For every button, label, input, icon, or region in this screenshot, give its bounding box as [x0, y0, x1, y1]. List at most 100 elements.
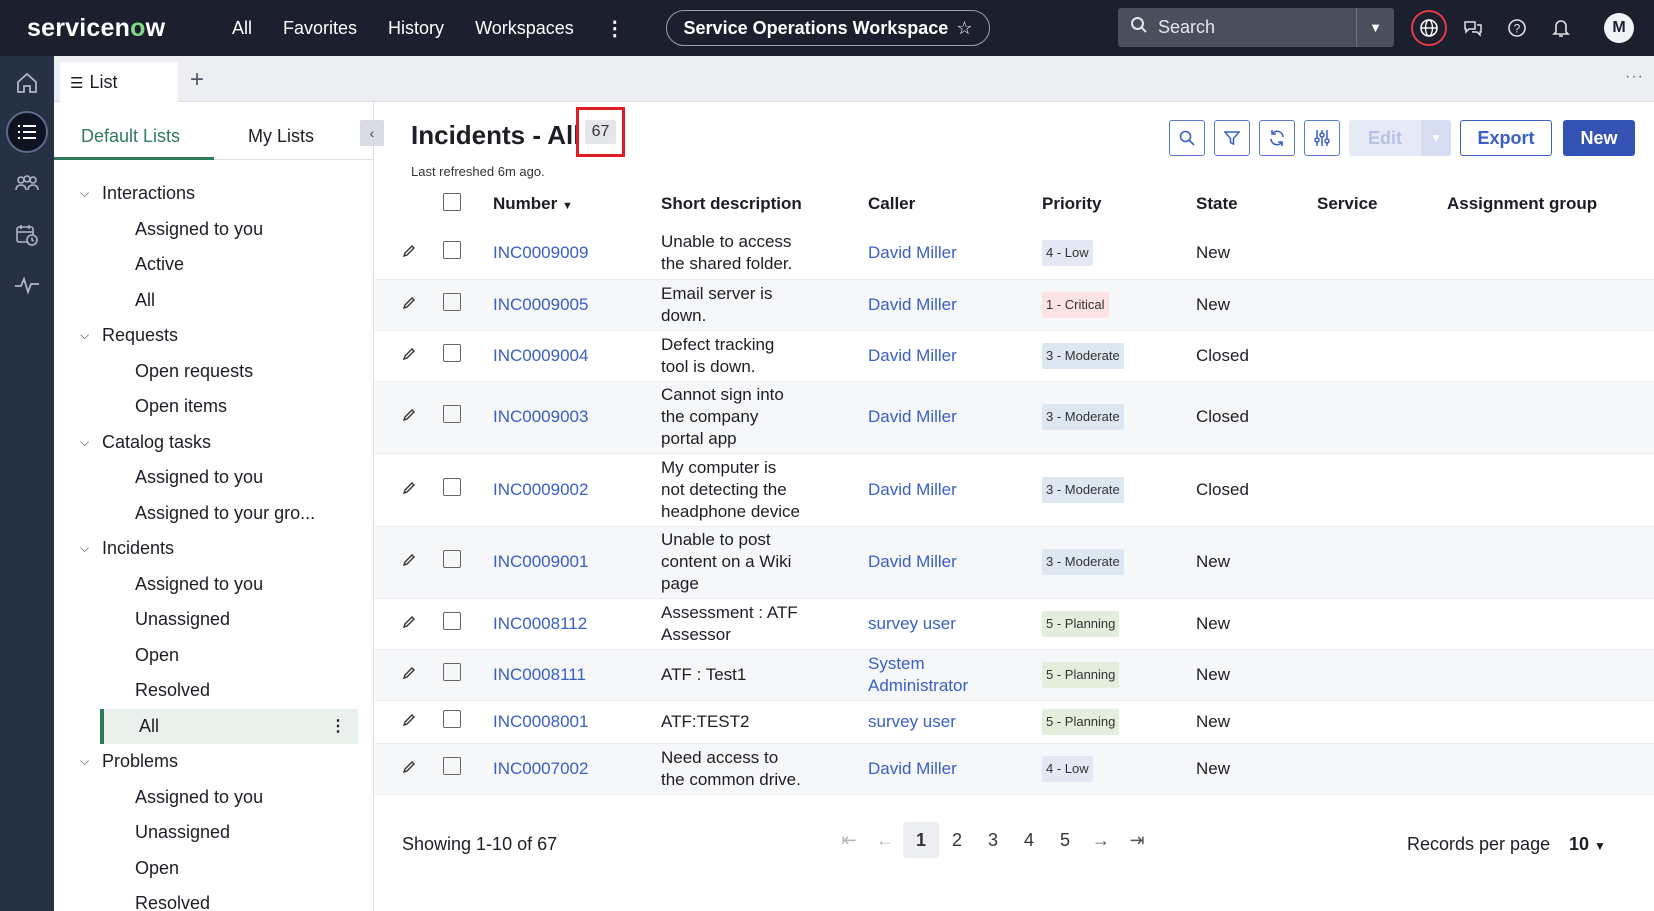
chevron-down-icon[interactable]: ⌵ [80, 328, 102, 343]
tab-default-lists[interactable]: Default Lists [81, 126, 180, 147]
chevron-down-icon[interactable]: ⌵ [80, 541, 102, 556]
column-state[interactable]: State [1196, 180, 1317, 228]
edit-pencil-icon[interactable] [375, 526, 443, 598]
sidebar-item[interactable]: Assigned to you [54, 780, 374, 816]
nav-workspaces[interactable]: Workspaces [475, 18, 574, 39]
column-service[interactable]: Service [1317, 180, 1447, 228]
incident-number-link[interactable]: INC0009003 [493, 407, 588, 426]
caller-link[interactable]: System Administrator [868, 649, 1042, 700]
row-checkbox[interactable] [443, 477, 461, 496]
sidebar-item[interactable]: Resolved [54, 673, 374, 709]
table-row[interactable]: INC0009002 My computer is not detecting th… [375, 453, 1654, 526]
previous-page-icon[interactable]: ← [867, 822, 903, 858]
incident-number-link[interactable]: INC0008111 [493, 665, 586, 684]
sidebar-item[interactable]: Open [54, 851, 374, 887]
column-caller[interactable]: Caller [868, 180, 1042, 228]
global-search[interactable]: Search ▼ [1118, 8, 1394, 47]
sidebar-item[interactable]: Open requests [54, 354, 374, 390]
chevron-down-icon[interactable]: ⌵ [80, 186, 102, 201]
page-5-button[interactable]: 5 [1047, 822, 1083, 858]
incident-number-link[interactable]: INC0009004 [493, 346, 588, 365]
chevron-down-icon[interactable]: ⌵ [80, 435, 102, 450]
export-button[interactable]: Export [1460, 120, 1552, 156]
sidebar-item[interactable]: Unassigned [54, 815, 374, 851]
sidebar-item[interactable]: Resolved [54, 886, 374, 911]
row-checkbox[interactable] [443, 611, 461, 630]
incident-number-link[interactable]: INC0009009 [493, 243, 588, 262]
caller-link[interactable]: survey user [868, 598, 1042, 649]
edit-pencil-icon[interactable] [375, 649, 443, 700]
table-row[interactable]: INC0009001 Unable to post content on a Wik… [375, 526, 1654, 598]
sidebar-item[interactable]: All ⋮ [100, 708, 358, 744]
incident-number-link[interactable]: INC0009005 [493, 295, 588, 314]
page-1-button[interactable]: 1 [903, 822, 939, 858]
new-button[interactable]: New [1563, 120, 1635, 156]
personalize-columns-button[interactable] [1304, 120, 1340, 156]
next-page-icon[interactable]: → [1083, 822, 1119, 858]
incident-number-link[interactable]: INC0009002 [493, 480, 588, 499]
help-icon[interactable]: ? [1498, 10, 1536, 46]
star-icon[interactable]: ☆ [956, 18, 972, 39]
incident-number-link[interactable]: INC0007002 [493, 759, 588, 778]
table-row[interactable]: INC0009004 Defect tracking tool is down. Da… [375, 330, 1654, 381]
caller-link[interactable]: David Miller [868, 279, 1042, 330]
edit-button[interactable]: Edit [1349, 120, 1421, 156]
search-input[interactable]: Search [1158, 17, 1356, 38]
caller-link[interactable]: David Miller [868, 743, 1042, 794]
sidebar-item[interactable]: Assigned to you [54, 460, 374, 496]
row-checkbox[interactable] [443, 662, 461, 681]
sidebar-group[interactable]: ⌵ Requests [54, 318, 374, 354]
sidebar-item[interactable]: Assigned to you [54, 567, 374, 603]
edit-pencil-icon[interactable] [375, 228, 443, 279]
chat-icon[interactable] [1454, 10, 1492, 46]
records-per-page-select[interactable]: 10 ▼ [1569, 834, 1606, 855]
row-checkbox[interactable] [443, 241, 461, 260]
row-checkbox[interactable] [443, 292, 461, 311]
table-row[interactable]: INC0009003 Cannot sign into the company por… [375, 381, 1654, 453]
page-4-button[interactable]: 4 [1011, 822, 1047, 858]
sidebar-group[interactable]: ⌵ Catalog tasks [54, 425, 374, 461]
column-assignment-group[interactable]: Assignment group [1447, 180, 1654, 228]
table-row[interactable]: INC0007002 Need access to the common drive… [375, 743, 1654, 794]
last-page-icon[interactable]: ⇥ [1119, 822, 1155, 858]
sidebar-item[interactable]: Unassigned [54, 602, 374, 638]
row-checkbox[interactable] [443, 343, 461, 362]
nav-favorites[interactable]: Favorites [283, 18, 357, 39]
edit-pencil-icon[interactable] [375, 330, 443, 381]
more-options-icon[interactable]: ··· [1625, 68, 1644, 86]
activity-pulse-icon[interactable] [8, 266, 46, 304]
select-all-checkbox[interactable] [443, 192, 461, 211]
sidebar-item[interactable]: All [54, 283, 374, 319]
globe-icon[interactable] [1410, 10, 1448, 46]
refresh-button[interactable] [1259, 120, 1295, 156]
incident-number-link[interactable]: INC0009001 [493, 552, 588, 571]
notifications-bell-icon[interactable] [1542, 10, 1580, 46]
row-checkbox[interactable] [443, 405, 461, 423]
edit-pencil-icon[interactable] [375, 453, 443, 526]
caller-link[interactable]: David Miller [868, 453, 1042, 526]
column-number[interactable]: Number ▼ [491, 180, 661, 228]
edit-pencil-icon[interactable] [375, 381, 443, 453]
page-3-button[interactable]: 3 [975, 822, 1011, 858]
table-row[interactable]: INC0008111 ATF : Test1 System Administrator… [375, 649, 1654, 700]
caller-link[interactable]: David Miller [868, 526, 1042, 598]
search-scope-dropdown[interactable]: ▼ [1356, 8, 1394, 47]
sidebar-group[interactable]: ⌵ Incidents [54, 531, 374, 567]
tab-list[interactable]: ☰ List [60, 62, 178, 103]
sidebar-item[interactable]: Active [54, 247, 374, 283]
incident-number-link[interactable]: INC0008001 [493, 712, 588, 731]
table-row[interactable]: INC0009009 Unable to access the shared fol… [375, 228, 1654, 279]
tab-my-lists[interactable]: My Lists [248, 126, 314, 147]
servicenow-logo[interactable]: servicenow [27, 14, 217, 43]
sidebar-item[interactable]: Open [54, 638, 374, 674]
item-options-icon[interactable]: ⋮ [330, 716, 346, 736]
caller-link[interactable]: David Miller [868, 330, 1042, 381]
groups-icon[interactable] [8, 164, 46, 202]
list-icon[interactable] [6, 111, 48, 153]
table-row[interactable]: INC0008001 ATF:TEST2 survey user 5 - Planni… [375, 700, 1654, 743]
first-page-icon[interactable]: ⇤ [831, 822, 867, 858]
edit-pencil-icon[interactable] [375, 279, 443, 330]
sidebar-group[interactable]: ⌵ Interactions [54, 176, 374, 212]
workspace-title-pill[interactable]: Service Operations Workspace ☆ [666, 10, 990, 46]
caller-link[interactable]: survey user [868, 700, 1042, 743]
